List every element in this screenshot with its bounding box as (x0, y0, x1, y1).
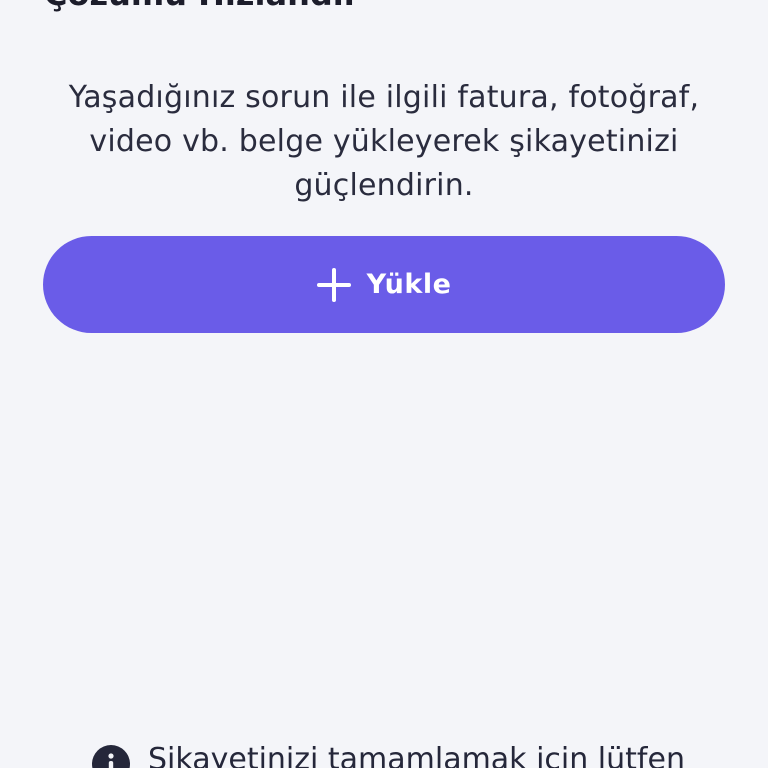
upload-description: Yaşadığınız sorun ile ilgili fatura, fot… (68, 80, 700, 203)
upload-button[interactable]: Yükle (43, 236, 725, 333)
upload-evidence-screen: Çözümü Hızlandır Yaşadığınız sorun ile i… (0, 0, 768, 768)
page-title: Çözümü Hızlandır (44, 0, 360, 14)
notice-text: Şikayetinizi tamamlamak için lütfen (148, 742, 685, 768)
completion-notice: Şikayetinizi tamamlamak için lütfen (92, 740, 685, 768)
info-icon (92, 745, 130, 768)
upload-button-label: Yükle (366, 269, 452, 300)
plus-icon (316, 267, 351, 302)
